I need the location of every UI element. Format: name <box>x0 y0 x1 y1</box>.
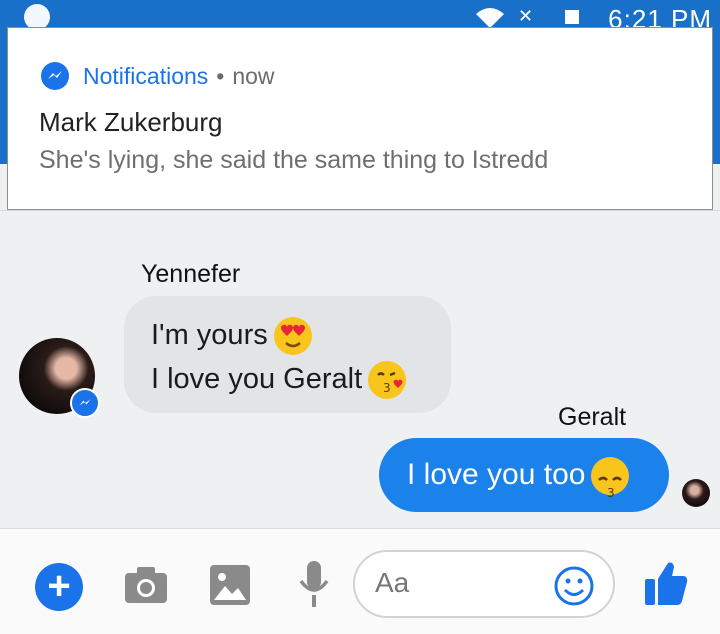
messenger-icon <box>41 62 69 90</box>
message-line: I'm yours <box>151 313 451 357</box>
notification-card[interactable]: Notifications • now Mark Zukerburg She's… <box>7 27 713 210</box>
notification-text: She's lying, she said the same thing to … <box>39 146 549 174</box>
messenger-badge-icon <box>70 388 100 418</box>
notification-header: Notifications • now <box>41 62 275 90</box>
svg-text:3: 3 <box>383 381 391 395</box>
outgoing-message-bubble[interactable]: I love you too 3 <box>379 438 669 512</box>
microphone-icon[interactable] <box>298 559 330 609</box>
notification-app-name: Notifications <box>83 62 209 89</box>
divider <box>0 210 720 211</box>
incoming-message-bubble[interactable]: I'm yours I love you Geralt 3 <box>124 296 451 413</box>
wifi-icon <box>476 8 504 28</box>
outgoing-sender-name: Geralt <box>558 403 627 431</box>
separator-dot: • <box>216 62 225 89</box>
incoming-sender-name: Yennefer <box>141 260 241 288</box>
outgoing-message-text: I love you too <box>407 458 586 491</box>
kissing-smiling-eyes-emoji-icon: 3 <box>591 457 630 500</box>
read-receipt-avatar <box>682 479 710 507</box>
svg-text:3: 3 <box>607 486 615 500</box>
notification-sender: Mark Zukerburg <box>39 107 223 137</box>
add-button[interactable]: + <box>35 563 83 611</box>
thumbs-up-icon[interactable] <box>643 559 689 607</box>
notification-time: now <box>232 62 275 89</box>
message-line: I love you Geralt 3 <box>151 357 451 401</box>
message-input-placeholder: Aa <box>375 567 410 598</box>
emoji-icon[interactable] <box>553 565 595 607</box>
signal-icon: ✕ <box>518 6 534 26</box>
camera-icon[interactable] <box>123 565 169 605</box>
gallery-icon[interactable] <box>209 564 251 606</box>
heart-eyes-emoji-icon <box>273 317 312 356</box>
battery-icon <box>565 10 579 24</box>
message-composer: + Aa <box>0 529 720 634</box>
kissing-heart-emoji-icon: 3 <box>368 361 407 400</box>
message-input[interactable]: Aa <box>353 550 615 618</box>
